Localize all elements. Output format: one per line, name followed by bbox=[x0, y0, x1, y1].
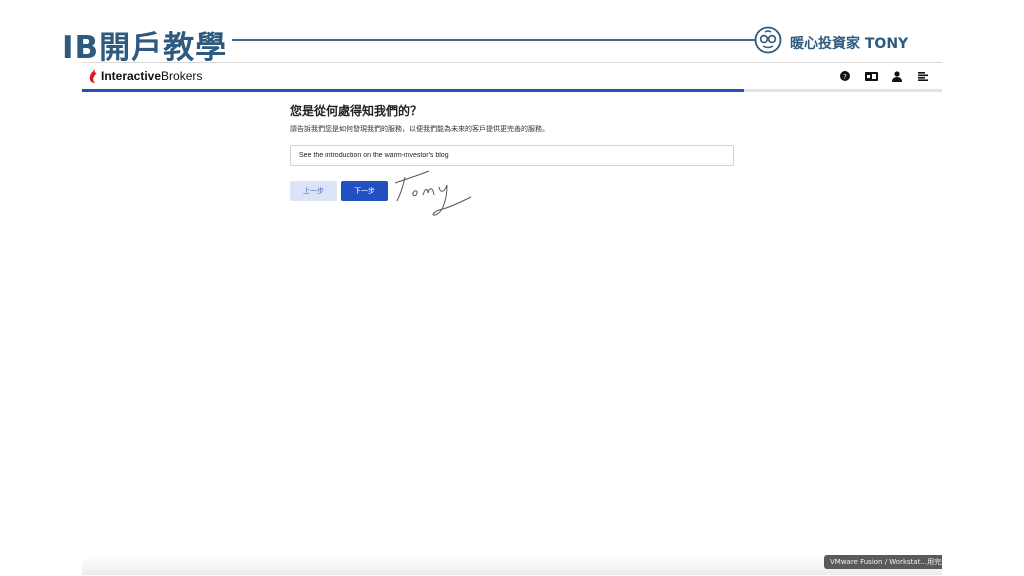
help-icon[interactable]: ? bbox=[838, 69, 852, 83]
question-title: 您是從何處得知我們的？ bbox=[290, 104, 423, 118]
back-button[interactable]: 上一步 bbox=[290, 181, 337, 201]
ib-flame-logo-icon bbox=[89, 69, 97, 83]
brand-name: 暖心投資家 TONY bbox=[790, 36, 909, 52]
progress-bar bbox=[82, 89, 942, 92]
source-question-form: 您是從何處得知我們的？ 請告訴我們您是如何發現我們的服務，以便我們能為未來的客戶… bbox=[290, 103, 750, 201]
ib-logo-bold: Interactive bbox=[101, 69, 162, 83]
handwritten-signature bbox=[394, 170, 472, 216]
ib-header: Interactive Brokers ? bbox=[82, 63, 942, 89]
language-icon[interactable] bbox=[864, 69, 878, 83]
bottom-shadow bbox=[82, 557, 942, 575]
user-icon[interactable] bbox=[890, 69, 904, 83]
svg-text:?: ? bbox=[843, 73, 847, 81]
vmware-tooltip: VMware Fusion / Workstat...用完全 bbox=[824, 555, 942, 569]
question-subtitle: 請告訴我們您是如何發現我們的服務，以便我們能為未來的客戶提供更完善的服務。 bbox=[290, 125, 549, 133]
nav-buttons: 上一步 下一步 bbox=[290, 181, 388, 201]
referral-source-input[interactable] bbox=[290, 145, 734, 166]
next-button[interactable]: 下一步 bbox=[341, 181, 388, 201]
slide-title: IB開戶教學 bbox=[62, 30, 228, 66]
brand-logo-icon bbox=[754, 26, 782, 54]
embedded-screenshot: Interactive Brokers ? 您是從何處得知我們的？ 請告訴我們您是… bbox=[82, 62, 942, 575]
ib-logo[interactable]: Interactive Brokers bbox=[89, 69, 202, 83]
ib-logo-regular: Brokers bbox=[161, 69, 203, 83]
progress-fill bbox=[82, 89, 745, 92]
menu-icon[interactable] bbox=[916, 69, 930, 83]
header-icons: ? bbox=[838, 69, 930, 83]
title-divider bbox=[232, 39, 756, 41]
